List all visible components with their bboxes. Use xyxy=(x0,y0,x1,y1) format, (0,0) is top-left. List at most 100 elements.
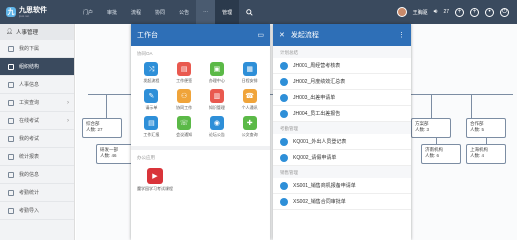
info-icon xyxy=(8,171,14,178)
app-item[interactable]: ▣ 办理中心 xyxy=(201,62,234,84)
hr-info-icon xyxy=(8,81,14,88)
flow-item[interactable]: JH002_月度绩效汇总表 xyxy=(273,74,411,90)
app-label: 工作汇报 xyxy=(143,132,160,137)
app-icon: ☎ xyxy=(242,89,257,103)
app-label: 协同工作 xyxy=(176,105,193,110)
app-label: 会议通知 xyxy=(176,132,193,137)
flow-item[interactable]: KQ002_请假申请单 xyxy=(273,150,411,166)
sidebar-item-reports[interactable]: 统计报表 xyxy=(0,148,74,166)
sidebar-item-org-structure[interactable]: 组织结构 xyxy=(0,58,74,76)
my-exam-icon xyxy=(8,135,14,142)
org-node[interactable]: 上海机构 人数: 4 xyxy=(466,144,506,164)
sidebar-item-subordinates[interactable]: 我的下属 xyxy=(0,40,74,58)
nav-portal[interactable]: 门户 xyxy=(76,0,100,24)
close-icon[interactable]: ✕ xyxy=(279,31,285,39)
app-item[interactable]: ▤ 工作便签 xyxy=(168,62,201,84)
app-item[interactable]: ⚇ 协同工作 xyxy=(168,89,201,111)
flow-item[interactable]: KQ001_外出人员登记表 xyxy=(273,134,411,150)
org-node-count: 人数: 6 xyxy=(425,153,440,158)
flow-item[interactable]: JH003_出差申请单 xyxy=(273,90,411,106)
flow-item[interactable]: XS001_销售商机报备申请单 xyxy=(273,178,411,194)
more-icon[interactable]: ⋮ xyxy=(398,31,405,39)
nav-collab[interactable]: 协同 xyxy=(148,0,172,24)
course-app-icon: ▶ xyxy=(147,168,163,184)
sidebar-header[interactable]: 👤︎ 人事管理 xyxy=(0,24,74,40)
nav-manage[interactable]: 管理 xyxy=(215,0,240,24)
flow-item[interactable]: XS002_销售合同审批单 xyxy=(273,194,411,210)
logo-icon: 九 xyxy=(6,7,16,17)
app-item[interactable]: ☎ 个人通讯 xyxy=(233,89,266,111)
brand-name: 九思软件 xyxy=(19,6,47,14)
app-item[interactable]: ◉ 论坛公告 xyxy=(201,116,234,138)
power-icon[interactable]: ⏻ xyxy=(500,7,509,17)
user-name[interactable]: 王胸驱 xyxy=(413,9,428,16)
report-icon xyxy=(8,153,14,160)
flow-icon xyxy=(280,61,288,70)
flow-item-label: JH004_员工出差报告 xyxy=(293,111,341,117)
flow-title: 发起流程 xyxy=(290,32,319,39)
speaker-icon[interactable]: 🔊︎ xyxy=(434,9,438,16)
sidebar-item-attendance-stats[interactable]: 考勤统计 xyxy=(0,184,74,202)
search-icon[interactable] xyxy=(239,0,260,24)
app-icon: ✚ xyxy=(242,116,257,130)
app-icon: ✎ xyxy=(144,89,159,103)
sidebar-item-online-exam[interactable]: 在线考试 › xyxy=(0,112,74,130)
user-icon[interactable]: • xyxy=(485,7,494,17)
phone-start-flow: ✕ 发起流程 ⋮ 计划总结 JH001_周经营考核表 JH002_月度绩效汇总表 JH… xyxy=(273,24,411,240)
nav-more[interactable]: ··· xyxy=(196,0,216,24)
org-node-count: 人数: 3 xyxy=(415,127,430,132)
nav-approval[interactable]: 审批 xyxy=(100,0,124,24)
org-node[interactable]: 研发一部 人数: 46 xyxy=(96,144,136,164)
app-label: 公文查询 xyxy=(241,132,258,137)
chevron-right-icon: › xyxy=(67,99,69,106)
nav-notice[interactable]: 公告 xyxy=(172,0,196,24)
org-node[interactable]: 方案部 人数: 3 xyxy=(411,118,451,138)
app-label: 日程安排 xyxy=(241,78,258,83)
section-office-label: 办公应用 xyxy=(137,155,155,160)
flow-icon xyxy=(280,153,288,162)
flow-icon xyxy=(280,137,288,146)
app-icon: ▥ xyxy=(209,89,224,103)
flow-item[interactable]: JH004_员工出差报告 xyxy=(273,106,411,122)
flow-item-label: KQ001_外出人员登记表 xyxy=(293,139,347,145)
add-icon[interactable]: + xyxy=(455,7,464,17)
org-node-count: 人数: 5 xyxy=(470,127,485,132)
org-node[interactable]: 济南机构 人数: 6 xyxy=(421,144,461,164)
flow-icon xyxy=(280,109,288,118)
notification-count[interactable]: 27 xyxy=(443,9,449,15)
subordinates-icon xyxy=(8,45,14,52)
app-icon: ▤ xyxy=(144,116,159,130)
sidebar-item-my-info[interactable]: 我的信息 xyxy=(0,166,74,184)
app-icon: ☏ xyxy=(177,116,192,130)
sidebar-item-my-exam[interactable]: 我的考试 xyxy=(0,130,74,148)
org-node[interactable]: 合作部 人数: 5 xyxy=(466,118,506,138)
app-item[interactable]: ✎ 请示单 xyxy=(135,89,168,111)
sidebar: 👤︎ 人事管理 我的下属 组织结构 人事信息 工资查询 › 在线考试 › 我的考试 … xyxy=(0,24,75,240)
app-item[interactable]: ▥ 知识管理 xyxy=(201,89,234,111)
sidebar-item-hr-info[interactable]: 人事信息 xyxy=(0,76,74,94)
message-icon[interactable]: ▭ xyxy=(257,31,264,39)
workbench-header: 工作台 ▭ xyxy=(131,24,270,46)
nav-process[interactable]: 流程 xyxy=(124,0,148,24)
app-label: 发起流程 xyxy=(143,78,160,83)
flow-group-title: 销售管理 xyxy=(273,166,411,178)
brand-logo[interactable]: 九 九思软件 jiusi.net xyxy=(0,0,66,24)
course-app[interactable]: ▶ 魔学园学习考试课程 xyxy=(131,164,179,195)
flow-icon xyxy=(280,197,288,206)
exam-icon xyxy=(8,117,14,124)
app-item[interactable]: ▦ 日程安排 xyxy=(233,62,266,84)
app-icon: ⤨ xyxy=(144,62,159,76)
sidebar-item-attendance-import[interactable]: 考勤导入 xyxy=(0,202,74,220)
sidebar-item-salary[interactable]: 工资查询 › xyxy=(0,94,74,112)
app-item[interactable]: ⤨ 发起流程 xyxy=(135,62,168,84)
app-icon: ◉ xyxy=(209,116,224,130)
app-item[interactable]: ▤ 工作汇报 xyxy=(135,116,168,138)
person-icon: 👤︎ xyxy=(6,29,13,35)
flow-item[interactable]: JH001_周经营考核表 xyxy=(273,58,411,74)
user-avatar[interactable] xyxy=(396,7,407,17)
section-oa-label: 协同OA xyxy=(137,51,153,56)
app-item[interactable]: ☏ 会议通知 xyxy=(168,116,201,138)
app-item[interactable]: ✚ 公文查询 xyxy=(233,116,266,138)
plus-icon[interactable]: + xyxy=(470,7,479,17)
org-node[interactable]: 综合部 人数: 27 xyxy=(82,118,122,138)
